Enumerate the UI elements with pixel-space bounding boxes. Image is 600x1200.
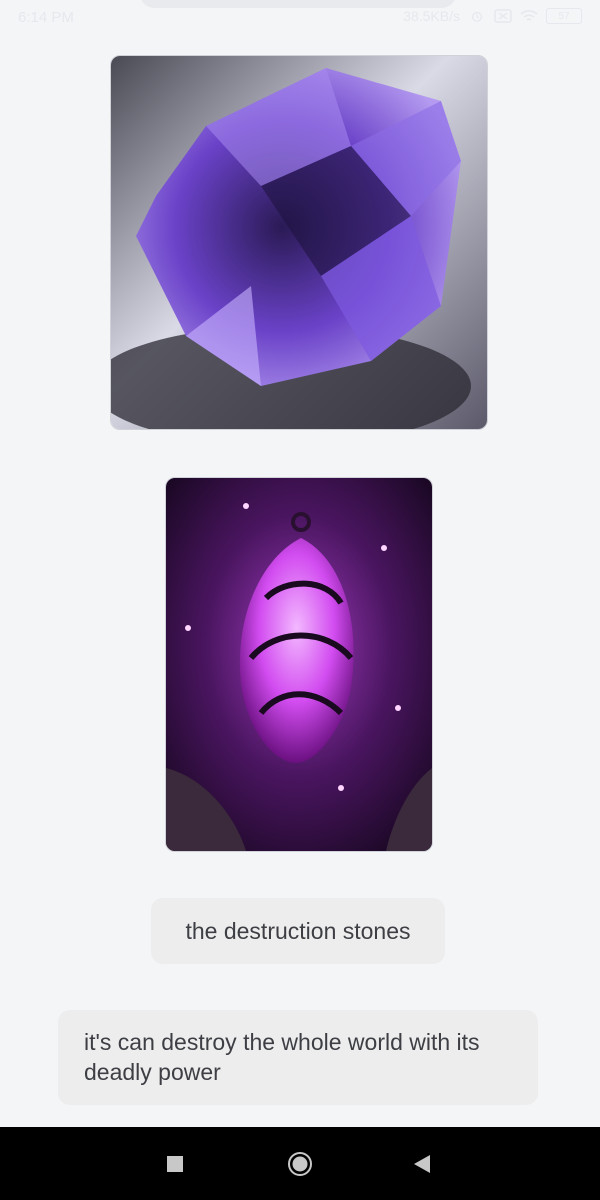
alarm-icon bbox=[468, 9, 486, 23]
circle-home-icon[interactable] bbox=[287, 1151, 313, 1177]
network-speed: 38.5KB/s bbox=[403, 8, 460, 24]
message-bubble[interactable]: it's can destroy the whole world with it… bbox=[58, 1010, 538, 1105]
square-nav-icon[interactable] bbox=[162, 1151, 188, 1177]
status-time: 6:14 PM bbox=[18, 9, 74, 26]
pink-crystal-pendant-image[interactable] bbox=[165, 477, 433, 852]
triangle-back-icon[interactable] bbox=[410, 1151, 436, 1177]
message-text: the destruction stones bbox=[185, 918, 411, 944]
previous-message-bubble[interactable] bbox=[140, 0, 456, 8]
message-text: it's can destroy the whole world with it… bbox=[84, 1029, 480, 1085]
navigation-bar bbox=[0, 1127, 600, 1200]
wifi-icon bbox=[520, 9, 538, 23]
sim-icon bbox=[494, 9, 512, 23]
battery-icon: 57 bbox=[546, 8, 582, 24]
message-bubble[interactable]: the destruction stones bbox=[151, 898, 445, 964]
purple-crystal-image[interactable] bbox=[110, 55, 488, 430]
status-indicators: 38.5KB/s 57 bbox=[403, 8, 582, 24]
